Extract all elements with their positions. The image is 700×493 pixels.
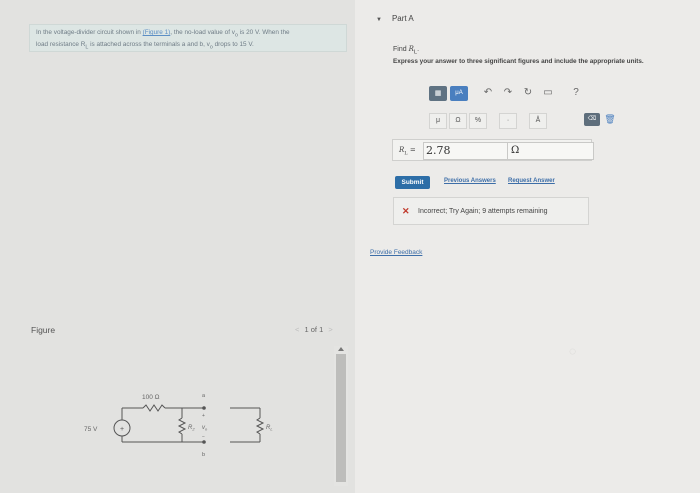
keyboard-icon[interactable]: ▭	[542, 87, 554, 99]
prompt-text: .	[417, 46, 420, 53]
part-a-header[interactable]: ▼ Part A	[376, 14, 414, 23]
r1-label: 100 Ω	[142, 394, 160, 401]
problem-text: is 20 V. When the	[237, 29, 290, 36]
next-figure-button[interactable]: >	[328, 325, 332, 334]
answer-area: ▦ μA ↶ ↷ ↻ ▭ ? μ Ω % · Å ⌫ 🗑 RL = 2.78 Ω	[392, 83, 616, 165]
vo-label: vo	[202, 425, 208, 432]
undo-icon[interactable]: ↶	[482, 87, 494, 99]
problem-text: load resistance R	[36, 41, 86, 49]
feedback-text: Incorrect; Try Again; 9 attempts remaini…	[418, 208, 548, 215]
resistor-r1	[142, 404, 166, 412]
templates-icon[interactable]: ▦	[429, 86, 447, 101]
source-label: 75 V	[84, 426, 98, 433]
scroll-thumb[interactable]	[336, 354, 346, 482]
cursor-icon: ◌	[569, 344, 577, 358]
resistor-rl	[255, 417, 265, 435]
value-input[interactable]: 2.78	[423, 142, 509, 160]
trash-icon[interactable]: 🗑	[604, 113, 616, 126]
left-pane: In the voltage-divider circuit shown in …	[0, 0, 355, 493]
figure-pager: < 1 of 1 >	[292, 325, 336, 334]
collapse-arrow-icon[interactable]: ▼	[376, 17, 382, 23]
problem-text: , the no-load value of v	[170, 29, 235, 36]
unit-angstrom-button[interactable]: Å	[529, 113, 547, 129]
unit-mu-button[interactable]: μ	[429, 113, 447, 129]
right-pane	[355, 0, 700, 493]
problem-text: drops to 15 V.	[212, 41, 254, 49]
units-button[interactable]: μA	[450, 86, 468, 101]
vo-plus: +	[202, 413, 205, 419]
unit-ohm-button[interactable]: Ω	[449, 113, 467, 129]
prev-figure-button[interactable]: <	[295, 325, 299, 334]
instructions: Express your answer to three significant…	[393, 58, 644, 65]
error-icon: ✕	[402, 206, 410, 216]
problem-statement: In the voltage-divider circuit shown in …	[29, 24, 347, 52]
resistor-r2	[177, 417, 187, 435]
figure-label: Figure	[31, 325, 56, 335]
figure-link[interactable]: (Figure 1)	[143, 29, 171, 36]
terminal-a-dot	[202, 406, 206, 410]
part-title: Part A	[391, 14, 414, 23]
circuit-diagram: + 75 V 100 Ω R2 vo RL a b + −	[84, 393, 273, 458]
r2-label: R2	[188, 425, 195, 432]
unit-percent-button[interactable]: %	[469, 113, 487, 129]
equals-sign: =	[407, 146, 416, 154]
question-prompt: Find RL.	[393, 45, 419, 55]
unit-input[interactable]: Ω	[507, 142, 594, 160]
terminal-b-dot	[202, 440, 206, 444]
feedback-message: ✕ Incorrect; Try Again; 9 attempts remai…	[393, 197, 589, 225]
answer-input-row: RL = 2.78 Ω	[392, 139, 594, 161]
unit-dot-button[interactable]: ·	[499, 113, 517, 129]
problem-text: In the voltage-divider circuit shown in	[36, 29, 143, 36]
vo-minus: −	[202, 434, 205, 440]
answer-label: RL =	[399, 146, 416, 156]
scroll-up-icon[interactable]	[338, 347, 344, 351]
figure-scrollbar[interactable]	[334, 346, 348, 486]
terminal-b-label: b	[202, 452, 205, 458]
source-polarity: +	[120, 426, 124, 433]
keyboard-toggle-icon[interactable]: ⌫	[584, 113, 600, 126]
help-icon[interactable]: ?	[570, 87, 582, 99]
redo-icon[interactable]: ↷	[502, 87, 514, 99]
previous-answers-link[interactable]: Previous Answers	[444, 178, 496, 184]
provide-feedback-link[interactable]: Provide Feedback	[370, 249, 422, 256]
prompt-text: Find	[393, 46, 409, 53]
terminal-a-label: a	[202, 393, 206, 399]
request-answer-link[interactable]: Request Answer	[508, 178, 555, 184]
submit-button[interactable]: Submit	[395, 176, 430, 189]
page-indicator: 1 of 1	[304, 325, 324, 334]
reset-icon[interactable]: ↻	[522, 87, 534, 99]
problem-text: is attached across the terminals a and b…	[88, 41, 210, 49]
rl-label: RL	[266, 425, 273, 432]
